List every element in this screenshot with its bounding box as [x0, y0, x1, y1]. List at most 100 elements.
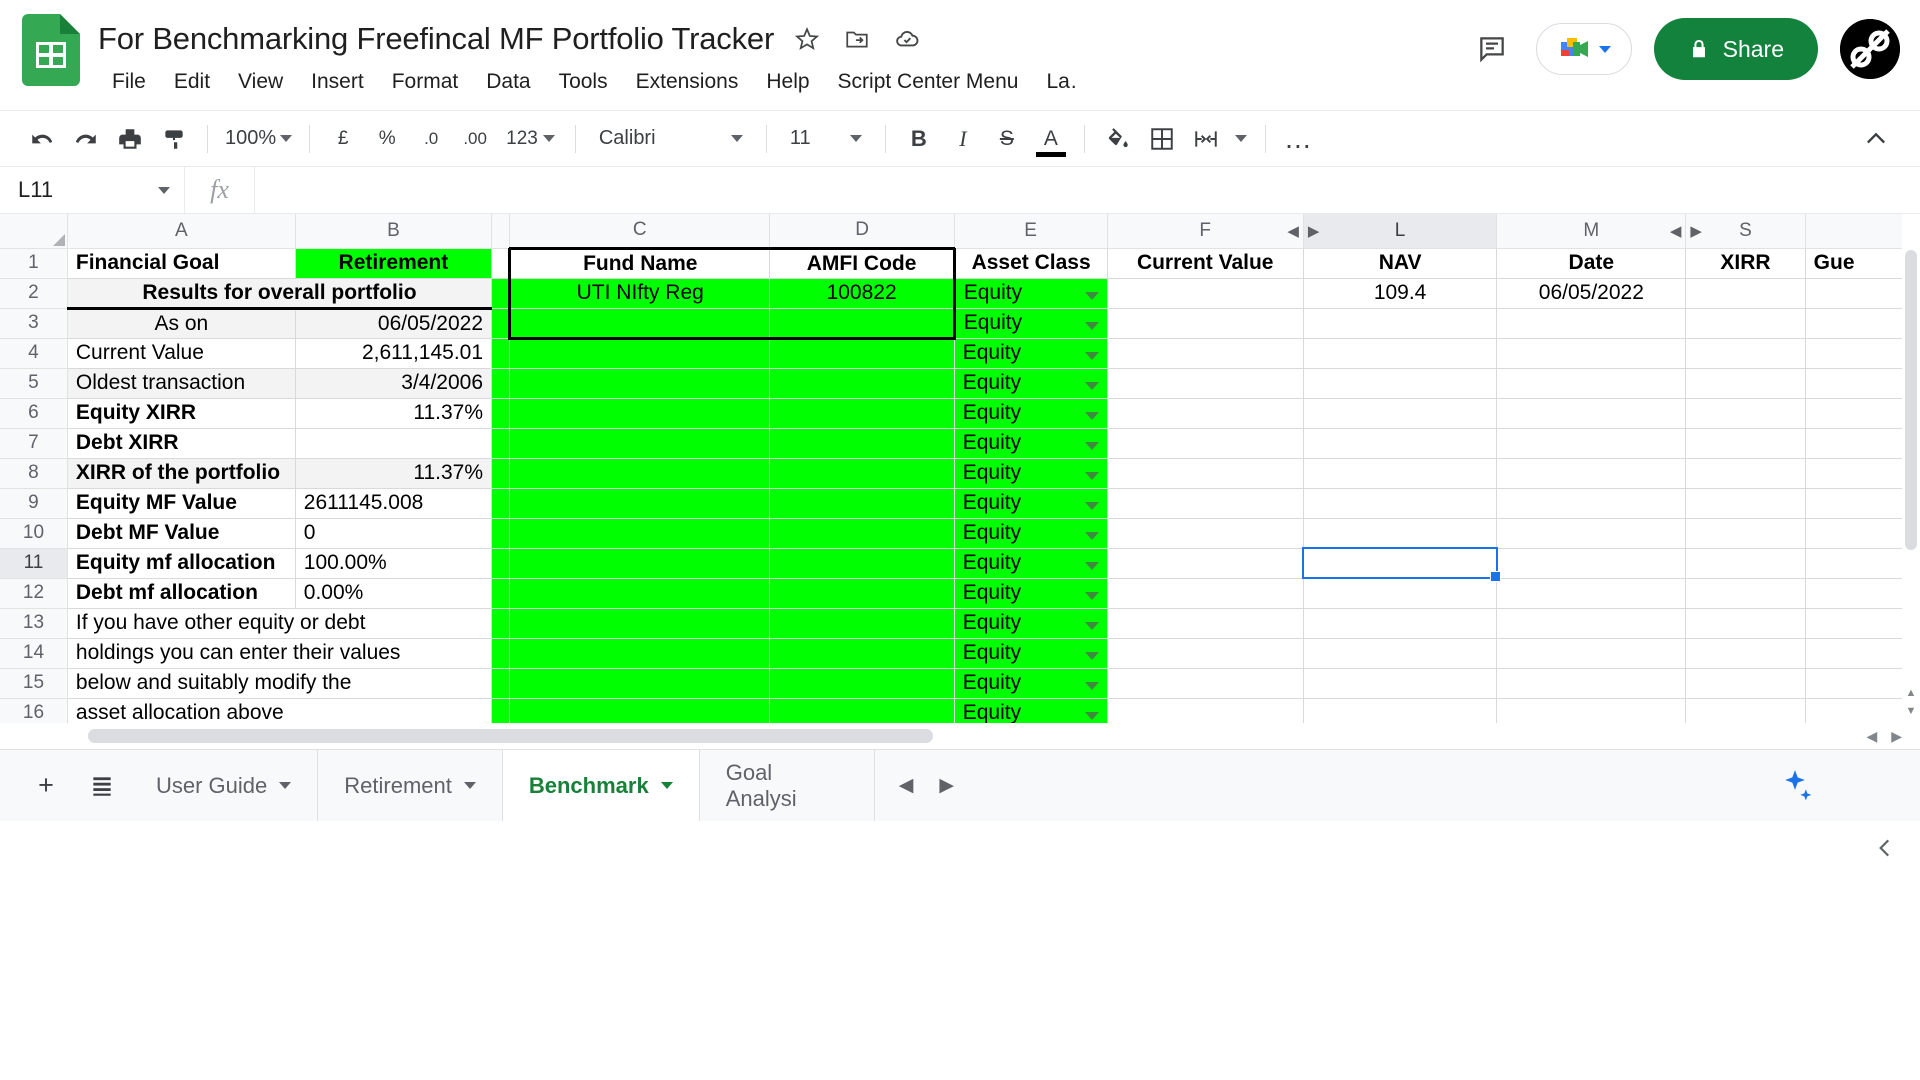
row-header-8[interactable]: 8 [0, 458, 67, 488]
move-to-folder-icon[interactable] [840, 22, 874, 56]
horizontal-scrollbar[interactable]: ◀ ▶ [0, 723, 1920, 749]
sheet-tab-goal-analysis[interactable]: Goal Analysi [700, 750, 875, 821]
increase-decimal-button[interactable]: .00 [453, 117, 497, 161]
sheet-tab-user-guide[interactable]: User Guide [130, 750, 318, 821]
collapse-toolbar-icon[interactable] [1854, 117, 1898, 161]
document-title[interactable]: For Benchmarking Freefincal MF Portfolio… [98, 21, 774, 57]
cell-d15[interactable] [770, 668, 954, 698]
cell-c14[interactable] [510, 638, 770, 668]
cell-s10[interactable] [1686, 518, 1805, 548]
zoom-control[interactable]: 100% [219, 127, 298, 150]
print-icon[interactable] [108, 117, 152, 161]
row-header-3[interactable]: 3 [0, 308, 67, 338]
row-header-14[interactable]: 14 [0, 638, 67, 668]
menu-item-last-truncated[interactable]: La… [1032, 67, 1078, 97]
row-header-15[interactable]: 15 [0, 668, 67, 698]
google-sheets-logo[interactable] [22, 14, 80, 86]
cell-l4[interactable] [1303, 338, 1496, 368]
cell-e1[interactable]: Asset Class [954, 248, 1107, 278]
cell-s11[interactable] [1686, 548, 1805, 578]
cell-l10[interactable] [1303, 518, 1496, 548]
column-header-d[interactable]: D [770, 214, 954, 248]
cell-c15[interactable] [510, 668, 770, 698]
chevron-down-icon[interactable] [158, 187, 170, 194]
cell-d7[interactable] [770, 428, 954, 458]
cell-m7[interactable] [1497, 428, 1686, 458]
cell-s5[interactable] [1686, 368, 1805, 398]
cell-m15[interactable] [1497, 668, 1686, 698]
chevron-down-icon[interactable] [464, 782, 476, 789]
cell-e11[interactable]: Equity [954, 548, 1107, 578]
cell-l16[interactable] [1303, 698, 1496, 723]
cell-e16[interactable]: Equity [954, 698, 1107, 723]
cell-e6[interactable]: Equity [954, 398, 1107, 428]
add-sheet-icon[interactable]: + [18, 758, 74, 814]
cell-e14[interactable]: Equity [954, 638, 1107, 668]
cell-f5[interactable] [1107, 368, 1303, 398]
cell-l8[interactable] [1303, 458, 1496, 488]
cell-s16[interactable] [1686, 698, 1805, 723]
row-header-16[interactable]: 16 [0, 698, 67, 723]
cell-d12[interactable] [770, 578, 954, 608]
row-header-13[interactable]: 13 [0, 608, 67, 638]
select-all-corner[interactable] [0, 214, 67, 248]
cell-b7[interactable] [295, 428, 491, 458]
cell-l6[interactable] [1303, 398, 1496, 428]
font-family-selector[interactable]: Calibri [587, 127, 755, 150]
data-validation-dropdown-icon[interactable] [1085, 652, 1099, 660]
cell-s7[interactable] [1686, 428, 1805, 458]
cell-l1[interactable]: NAV [1303, 248, 1496, 278]
cell-l9[interactable] [1303, 488, 1496, 518]
cell-m6[interactable] [1497, 398, 1686, 428]
cell-l11-selected[interactable] [1303, 548, 1496, 578]
share-button[interactable]: Share [1654, 18, 1818, 80]
cell-d9[interactable] [770, 488, 954, 518]
scroll-left-hidden-columns-icon-2[interactable]: ◀ [1670, 222, 1682, 240]
row-header-2[interactable]: 2 [0, 278, 67, 308]
scroll-left-icon[interactable]: ◀ [1866, 728, 1877, 745]
cell-e4[interactable]: Equity [954, 338, 1107, 368]
cell-d4[interactable] [770, 338, 954, 368]
cell-f6[interactable] [1107, 398, 1303, 428]
menu-item-insert[interactable]: Insert [297, 67, 378, 97]
sheet-tab-retirement[interactable]: Retirement [318, 750, 503, 821]
menu-item-script-center-menu[interactable]: Script Center Menu [824, 67, 1033, 97]
saved-to-drive-cloud-icon[interactable] [890, 22, 924, 56]
data-validation-dropdown-icon[interactable] [1085, 292, 1099, 300]
data-validation-dropdown-icon[interactable] [1085, 412, 1099, 420]
data-validation-dropdown-icon[interactable] [1085, 472, 1099, 480]
cell-b4[interactable]: 2,611,145.01 [295, 338, 491, 368]
cell-s9[interactable] [1686, 488, 1805, 518]
cell-f13[interactable] [1107, 608, 1303, 638]
horizontal-scroll-track[interactable] [88, 729, 1850, 743]
more-toolbar-options-button[interactable]: … [1277, 117, 1321, 161]
sheet-tab-benchmark[interactable]: Benchmark [503, 750, 700, 821]
scroll-right-hidden-columns-icon[interactable]: ▶ [1308, 222, 1320, 240]
row-header-5[interactable]: 5 [0, 368, 67, 398]
cell-f12[interactable] [1107, 578, 1303, 608]
cell-a1[interactable]: Financial Goal [67, 248, 295, 278]
cell-e3[interactable]: Equity [954, 308, 1107, 338]
cell-m10[interactable] [1497, 518, 1686, 548]
text-color-button[interactable]: A [1029, 117, 1073, 161]
cell-a13[interactable]: If you have other equity or debt [67, 608, 491, 638]
scroll-down-icon[interactable]: ▼ [1904, 705, 1918, 719]
cell-e12[interactable]: Equity [954, 578, 1107, 608]
cell-c3[interactable] [510, 308, 770, 338]
cell-m2[interactable]: 06/05/2022 [1497, 278, 1686, 308]
cell-c16[interactable] [510, 698, 770, 723]
cell-f9[interactable] [1107, 488, 1303, 518]
column-header-f[interactable]: F ◀ [1107, 214, 1303, 248]
data-validation-dropdown-icon[interactable] [1085, 322, 1099, 330]
scroll-right-icon[interactable]: ▶ [1891, 728, 1902, 745]
cell-b9[interactable]: 2611145.008 [295, 488, 491, 518]
data-validation-dropdown-icon[interactable] [1085, 442, 1099, 450]
cell-d14[interactable] [770, 638, 954, 668]
cell-d8[interactable] [770, 458, 954, 488]
strikethrough-button[interactable]: S [985, 117, 1029, 161]
cell-c10[interactable] [510, 518, 770, 548]
all-sheets-icon[interactable] [74, 758, 130, 814]
vertical-scroll-thumb[interactable] [1905, 250, 1917, 550]
cell-a12[interactable]: Debt mf allocation [67, 578, 295, 608]
cell-s6[interactable] [1686, 398, 1805, 428]
